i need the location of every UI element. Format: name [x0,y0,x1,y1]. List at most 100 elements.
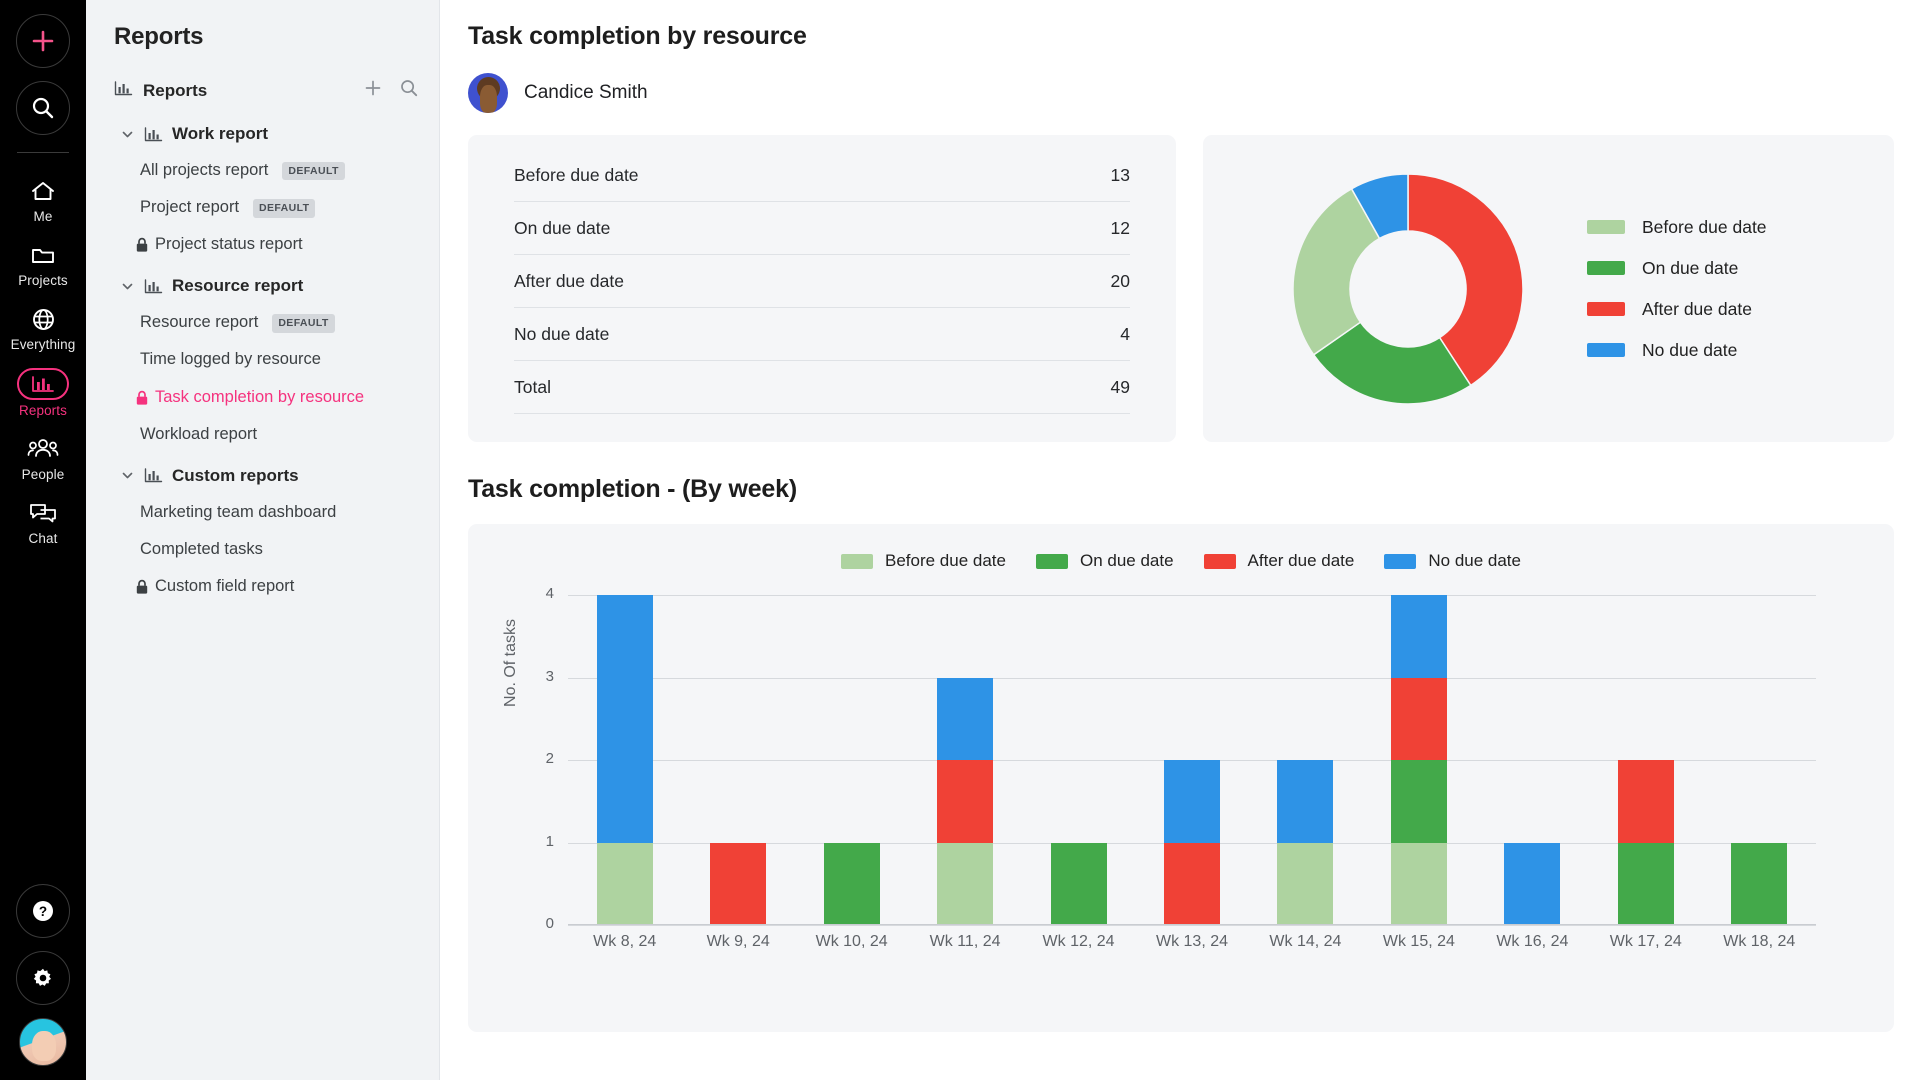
legend-swatch [840,553,873,569]
bar-segment[interactable] [1390,842,1447,925]
bar-column [1703,595,1816,925]
sidebar-group-list: Work report All projects report DEFAULT Pro… [86,103,439,597]
legend-item[interactable]: Before due date [840,551,1006,571]
sidebar-report-0[interactable]: All projects report DEFAULT [86,144,439,181]
rail-label: Reports [19,403,67,418]
user-avatar[interactable] [19,1018,67,1066]
chevron-down-icon[interactable] [120,279,135,294]
bar-segment[interactable] [937,677,994,760]
chevron-down-icon[interactable] [120,127,135,142]
bar-segment[interactable] [1390,677,1447,760]
sidebar-item-people[interactable]: People [0,425,86,489]
sidebar-group-header-2[interactable]: Custom reports [86,445,439,486]
legend-item[interactable]: No due date [1384,551,1521,571]
lock-icon [136,579,148,594]
bar-segment[interactable] [1390,595,1447,678]
sidebar-report-1[interactable]: Time logged by resource [86,333,439,370]
table-row-label: On due date [514,217,611,238]
rail-label: Chat [28,531,58,546]
legend-swatch [1203,553,1236,569]
bar-stack [937,677,994,925]
legend-swatch [1384,553,1417,569]
bar-chart-icon [144,279,163,294]
sidebar-report-3[interactable]: Workload report [86,408,439,445]
table-row-label: Total [514,376,551,397]
sidebar-report-label: Project report [140,198,240,217]
sidebar-report-2[interactable]: Task completion by resource [86,371,439,408]
sidebar-item-reports[interactable]: Reports [0,359,86,425]
bar-stack [1504,842,1561,925]
sidebar-item-projects[interactable]: Projects [0,231,86,295]
legend-swatch [1587,261,1625,275]
bar-segment[interactable] [823,842,880,925]
donut-legend: Before due date On due date After due date… [1587,217,1767,361]
svg-text:?: ? [39,904,47,919]
bar-column [1589,595,1702,925]
bar-segment[interactable] [710,842,767,925]
help-icon: ? [33,901,53,921]
global-search-button[interactable] [16,81,70,135]
bar-stack [1163,760,1220,925]
x-tick-label: Wk 10, 24 [815,933,888,950]
legend-item[interactable]: No due date [1587,340,1767,361]
search-reports-button[interactable] [399,78,419,103]
summary-table-card: Before due date 13 On due date 12 After due … [468,135,1176,442]
bar-stack [1731,842,1788,925]
x-tick-label: Wk 14, 24 [1269,933,1342,950]
bar-segment[interactable] [1390,760,1447,843]
app-root: Me Projects Everything Reports People Ch… [0,0,1920,1080]
search-icon [401,80,418,97]
plus-icon [32,30,54,52]
sidebar-report-label: Task completion by resource [155,387,365,406]
help-button[interactable]: ? [16,884,70,938]
bar-segment[interactable] [1277,842,1334,925]
sidebar-report-1[interactable]: Project report DEFAULT [86,181,439,218]
table-row-label: No due date [514,323,610,344]
add-new-button[interactable] [16,14,70,68]
search-icon [32,97,54,119]
sidebar-report-label: Marketing team dashboard [140,502,337,521]
chevron-down-icon[interactable] [120,468,135,483]
donut-chart [1292,172,1524,405]
settings-button[interactable] [16,951,70,1005]
legend-item[interactable]: On due date [1587,258,1767,279]
legend-label: Before due date [884,551,1006,570]
bar-column [795,595,908,925]
bar-segment[interactable] [1163,760,1220,843]
bar-segment[interactable] [1163,842,1220,925]
sidebar-report-label: All projects report [140,161,269,179]
bar-segment[interactable] [937,842,994,925]
bar-segment[interactable] [1504,842,1561,925]
sidebar-item-me[interactable]: Me [0,167,86,231]
bar-segment[interactable] [596,595,653,843]
sidebar-report-2[interactable]: Project status report [86,218,439,255]
sidebar-report-1[interactable]: Completed tasks [86,523,439,560]
bar-chart-icon [17,368,69,400]
sidebar-item-everything[interactable]: Everything [0,295,86,359]
sidebar-group-header-0[interactable]: Work report [86,103,439,144]
legend-item[interactable]: After due date [1203,551,1354,571]
bar-stack [1277,760,1334,925]
legend-item[interactable]: Before due date [1587,217,1767,238]
y-tick-label: 0 [545,915,554,932]
legend-item[interactable]: On due date [1035,551,1174,571]
sidebar-report-0[interactable]: Resource report DEFAULT [86,296,439,333]
resource-avatar [468,73,508,113]
sidebar-report-0[interactable]: Marketing team dashboard [86,486,439,523]
bar-segment[interactable] [1277,760,1334,843]
add-report-button[interactable] [363,78,383,103]
bar-segment[interactable] [596,842,653,925]
bar-segment[interactable] [1050,842,1107,925]
legend-item[interactable]: After due date [1587,299,1767,320]
sidebar-group-header-1[interactable]: Resource report [86,255,439,296]
table-row-label: Before due date [514,164,639,185]
bar-segment[interactable] [937,760,994,843]
sidebar-report-label: Time logged by resource [140,350,321,369]
bar-segment[interactable] [1731,842,1788,925]
bar-segment[interactable] [1617,760,1674,843]
sidebar-item-chat[interactable]: Chat [0,489,86,553]
sidebar-report-2[interactable]: Custom field report [86,560,439,597]
legend-label: Before due date [1642,216,1767,237]
bar-segment[interactable] [1617,842,1674,925]
sidebar-report-label: Resource report [140,313,259,332]
